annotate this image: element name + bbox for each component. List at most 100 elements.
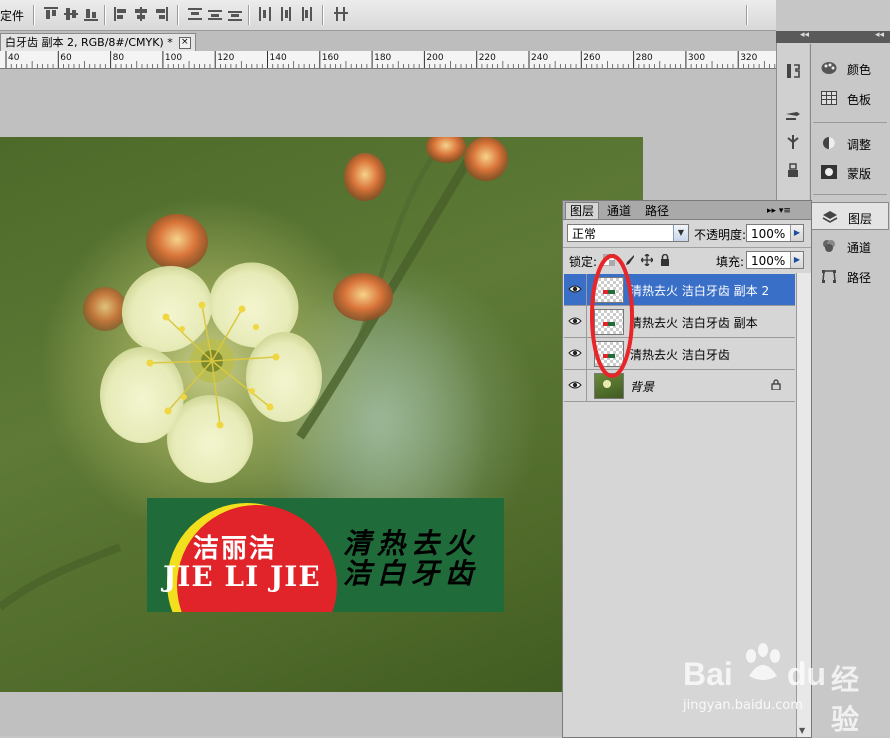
channels-icon [823, 240, 835, 252]
ruler-label: 100 [165, 53, 182, 63]
watermark-cn: 经验 [831, 663, 860, 736]
horizontal-ruler: 40 60 80 100 120 140 160 180 200 220 240 260 280 300 3… [0, 51, 776, 69]
eye-visibility-icon[interactable] [568, 346, 582, 360]
opacity-input[interactable]: 100% ▶ [746, 224, 804, 242]
collapse-strip-icon[interactable]: ◂◂ [800, 30, 809, 40]
dock-header: ◂◂ ◂◂ [776, 30, 890, 43]
document-tab-bar: 白牙齿 副本 2, RGB/8#/CMYK) * × [0, 31, 776, 52]
palette-icon [821, 62, 837, 74]
separator [813, 122, 887, 123]
ruler-label: 160 [322, 53, 339, 63]
eye-visibility-icon[interactable] [568, 378, 582, 392]
ruler-label: 80 [113, 53, 125, 63]
adjustments-icon [823, 137, 835, 149]
align-bottom-icon[interactable] [84, 7, 98, 21]
dock-item-label: 路径 [847, 271, 872, 285]
distribute-right-icon[interactable] [298, 7, 312, 21]
opacity-label: 不透明度: [694, 228, 747, 242]
ruler-label: 200 [426, 53, 443, 63]
distribute-vcenter-icon[interactable] [208, 7, 222, 21]
masks-icon [821, 165, 837, 179]
align-hcenter-icon[interactable] [134, 7, 148, 21]
brushes-icon[interactable] [785, 106, 801, 122]
ruler-label: 120 [217, 53, 234, 63]
dock-panel: 颜色 色板 调整 蒙版 图层 通道 路径 [810, 44, 890, 736]
watermark-url: jingyan.baidu.com [683, 698, 803, 713]
align-left-icon[interactable] [114, 7, 128, 21]
ruler-label: 300 [688, 53, 705, 63]
fill-value: 100% [751, 254, 786, 268]
dock-item-swatches[interactable]: 色板 [811, 84, 889, 112]
ruler-ticks: 40 60 80 100 120 140 160 180 200 220 240 260 280 300 3… [5, 51, 776, 68]
tab-paths[interactable]: 路径 [641, 203, 673, 219]
separator [746, 5, 747, 25]
separator [322, 5, 323, 25]
lock-all-icon[interactable] [659, 254, 671, 266]
watermark-brand: Bai [683, 656, 733, 692]
separator [248, 5, 249, 25]
ruler-label: 280 [636, 53, 653, 63]
layer-name: 清热去火 洁白牙齿 [630, 348, 730, 362]
options-bar: 定件 [0, 0, 776, 31]
chevron-down-icon[interactable]: ▼ [799, 726, 808, 735]
dock-item-label: 图层 [848, 212, 873, 226]
chevron-down-icon: ▼ [673, 225, 688, 241]
align-vcenter-icon[interactable] [64, 7, 78, 21]
fill-input[interactable]: 100% ▶ [746, 251, 804, 269]
dock-item-label: 颜色 [847, 63, 872, 77]
chevron-right-icon: ▶ [790, 225, 803, 241]
ruler-label: 220 [479, 53, 496, 63]
opacity-value: 100% [751, 227, 786, 241]
distribute-left-icon[interactable] [258, 7, 272, 21]
layers-panel-tabs: 图层 通道 路径 ▸▸ ▾≡ [563, 201, 811, 220]
dock-item-paths[interactable]: 路径 [811, 262, 889, 290]
separator [563, 247, 811, 248]
panel-menu-icon[interactable]: ▸▸ ▾≡ [763, 203, 795, 219]
tab-channels[interactable]: 通道 [603, 203, 635, 219]
history-icon[interactable] [785, 63, 801, 79]
paw-logo-icon [746, 643, 780, 680]
options-bar-label: 定件 [0, 9, 25, 23]
align-top-icon[interactable] [44, 7, 58, 21]
distribute-top-icon[interactable] [188, 7, 202, 21]
dock-item-adjustments[interactable]: 调整 [811, 129, 889, 157]
document-title: 白牙齿 副本 2, RGB/8#/CMYK) * [5, 36, 173, 49]
tool-presets-icon[interactable] [785, 162, 801, 178]
chevron-right-icon: ▶ [790, 252, 803, 268]
ruler-label: 60 [60, 53, 72, 63]
red-annotation-ellipse [590, 254, 634, 378]
distribute-bottom-icon[interactable] [228, 7, 242, 21]
separator [104, 5, 105, 25]
document-tab[interactable]: 白牙齿 副本 2, RGB/8#/CMYK) * × [0, 33, 196, 52]
slogan-line-2: 洁白牙齿 [343, 557, 480, 590]
ruler-label: 180 [374, 53, 391, 63]
ruler-label: 140 [270, 53, 287, 63]
lock-position-move-icon[interactable] [641, 254, 653, 266]
distribute-hcenter-icon[interactable] [278, 7, 292, 21]
paths-icon [822, 270, 836, 283]
lock-icon [771, 379, 781, 390]
clone-source-icon[interactable] [785, 134, 801, 150]
auto-align-icon[interactable] [334, 7, 348, 21]
dock-item-masks[interactable]: 蒙版 [811, 158, 889, 186]
layers-icon [822, 211, 838, 223]
dock-item-color[interactable]: 颜色 [811, 54, 889, 82]
eye-visibility-icon[interactable] [568, 314, 582, 328]
ruler-label: 260 [583, 53, 600, 63]
eye-visibility-icon[interactable] [568, 282, 582, 296]
layer-name: 清热去火 洁白牙齿 副本 2 [630, 284, 770, 298]
dock-item-channels[interactable]: 通道 [811, 232, 889, 260]
brand-banner[interactable]: 洁丽洁 JIE LI JIE 清热去火 洁白牙齿 [147, 498, 504, 612]
swatches-icon [821, 91, 837, 105]
dock-item-label: 色板 [847, 93, 872, 107]
blend-mode-select[interactable]: 正常 ▼ [567, 224, 689, 242]
dock-item-layers[interactable]: 图层 [811, 202, 889, 230]
tab-layers[interactable]: 图层 [565, 202, 600, 219]
close-icon[interactable]: × [178, 37, 191, 49]
ruler-label: 240 [531, 53, 548, 63]
brand-name-en: JIE LI JIE [163, 560, 321, 593]
collapse-dock-icon[interactable]: ◂◂ [875, 30, 884, 40]
separator [813, 194, 887, 195]
align-right-icon[interactable] [154, 7, 168, 21]
fill-label: 填充: [716, 255, 745, 269]
